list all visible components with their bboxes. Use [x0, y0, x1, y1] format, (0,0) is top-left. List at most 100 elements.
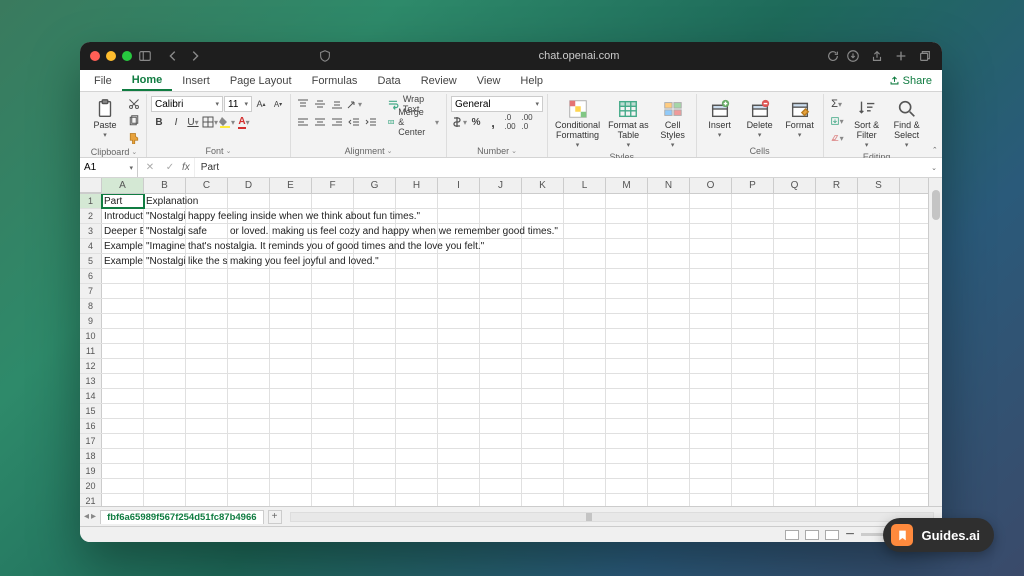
- cell-S10[interactable]: [858, 329, 900, 343]
- cell-R20[interactable]: [816, 479, 858, 493]
- cell-O9[interactable]: [690, 314, 732, 328]
- cell-N17[interactable]: [648, 434, 690, 448]
- cell-E6[interactable]: [270, 269, 312, 283]
- cell-K11[interactable]: [522, 344, 564, 358]
- cell-Q11[interactable]: [774, 344, 816, 358]
- cell-J11[interactable]: [480, 344, 522, 358]
- cell-K15[interactable]: [522, 404, 564, 418]
- sheet-nav-prev[interactable]: ◂: [84, 511, 89, 522]
- cell-N12[interactable]: [648, 359, 690, 373]
- cell-I18[interactable]: [438, 449, 480, 463]
- cell-N10[interactable]: [648, 329, 690, 343]
- cell-J5[interactable]: [480, 254, 522, 268]
- cell-J13[interactable]: [480, 374, 522, 388]
- cell-O20[interactable]: [690, 479, 732, 493]
- cell-E8[interactable]: [270, 299, 312, 313]
- cell-M18[interactable]: [606, 449, 648, 463]
- cell-B5[interactable]: "Nostalgia: [144, 254, 186, 268]
- page-break-view-button[interactable]: [825, 530, 839, 540]
- cell-B1[interactable]: Explanation: [144, 194, 186, 208]
- cell-E12[interactable]: [270, 359, 312, 373]
- cell-I11[interactable]: [438, 344, 480, 358]
- col-header-A[interactable]: A: [102, 178, 144, 193]
- cell-R6[interactable]: [816, 269, 858, 283]
- cell-N15[interactable]: [648, 404, 690, 418]
- row-header[interactable]: 11: [80, 344, 102, 358]
- cell-P10[interactable]: [732, 329, 774, 343]
- col-header-I[interactable]: I: [438, 178, 480, 193]
- cell-F7[interactable]: [312, 284, 354, 298]
- share-icon[interactable]: [870, 49, 884, 63]
- increase-decimal-button[interactable]: .0.00: [502, 114, 518, 130]
- cell-D6[interactable]: [228, 269, 270, 283]
- cell-S14[interactable]: [858, 389, 900, 403]
- cell-G7[interactable]: [354, 284, 396, 298]
- cell-K5[interactable]: [522, 254, 564, 268]
- cell-A8[interactable]: [102, 299, 144, 313]
- cell-S18[interactable]: [858, 449, 900, 463]
- cell-P16[interactable]: [732, 419, 774, 433]
- cell-A9[interactable]: [102, 314, 144, 328]
- autosum-button[interactable]: Σ▾: [828, 96, 846, 112]
- cell-M15[interactable]: [606, 404, 648, 418]
- cell-P9[interactable]: [732, 314, 774, 328]
- cell-B10[interactable]: [144, 329, 186, 343]
- cell-Q14[interactable]: [774, 389, 816, 403]
- cell-A12[interactable]: [102, 359, 144, 373]
- cell-M12[interactable]: [606, 359, 648, 373]
- align-bottom-button[interactable]: [329, 96, 345, 112]
- cell-O11[interactable]: [690, 344, 732, 358]
- cell-O16[interactable]: [690, 419, 732, 433]
- cell-P11[interactable]: [732, 344, 774, 358]
- cell-C13[interactable]: [186, 374, 228, 388]
- cell-J15[interactable]: [480, 404, 522, 418]
- cell-C10[interactable]: [186, 329, 228, 343]
- cell-M17[interactable]: [606, 434, 648, 448]
- cell-E3[interactable]: making us feel cozy and happy when we re…: [270, 224, 312, 238]
- cell-D12[interactable]: [228, 359, 270, 373]
- cell-N1[interactable]: [648, 194, 690, 208]
- cell-D18[interactable]: [228, 449, 270, 463]
- cell-Q19[interactable]: [774, 464, 816, 478]
- cell-A16[interactable]: [102, 419, 144, 433]
- cell-E7[interactable]: [270, 284, 312, 298]
- cell-J1[interactable]: [480, 194, 522, 208]
- cell-A4[interactable]: Example 1: [102, 239, 144, 253]
- cell-K10[interactable]: [522, 329, 564, 343]
- cell-F12[interactable]: [312, 359, 354, 373]
- new-tab-icon[interactable]: [894, 49, 908, 63]
- cell-G13[interactable]: [354, 374, 396, 388]
- cell-P13[interactable]: [732, 374, 774, 388]
- cell-N5[interactable]: [648, 254, 690, 268]
- cell-C8[interactable]: [186, 299, 228, 313]
- cell-K19[interactable]: [522, 464, 564, 478]
- formula-input[interactable]: Part: [195, 158, 926, 177]
- cell-A3[interactable]: Deeper Ex: [102, 224, 144, 238]
- normal-view-button[interactable]: [785, 530, 799, 540]
- cell-R4[interactable]: [816, 239, 858, 253]
- cell-N9[interactable]: [648, 314, 690, 328]
- font-size-select[interactable]: 11▾: [224, 96, 252, 112]
- cell-Q8[interactable]: [774, 299, 816, 313]
- cell-D3[interactable]: or loved.: [228, 224, 270, 238]
- cell-P19[interactable]: [732, 464, 774, 478]
- cell-O2[interactable]: [690, 209, 732, 223]
- tabs-icon[interactable]: [918, 49, 932, 63]
- cell-N8[interactable]: [648, 299, 690, 313]
- cell-B4[interactable]: "Imagine a: [144, 239, 186, 253]
- cell-B6[interactable]: [144, 269, 186, 283]
- cell-O5[interactable]: [690, 254, 732, 268]
- cell-M11[interactable]: [606, 344, 648, 358]
- percent-format-button[interactable]: %: [468, 114, 484, 130]
- cell-Q21[interactable]: [774, 494, 816, 506]
- cell-L16[interactable]: [564, 419, 606, 433]
- cell-S6[interactable]: [858, 269, 900, 283]
- comma-format-button[interactable]: ,: [485, 114, 501, 130]
- cell-C11[interactable]: [186, 344, 228, 358]
- cell-P2[interactable]: [732, 209, 774, 223]
- cell-E1[interactable]: [270, 194, 312, 208]
- cell-S15[interactable]: [858, 404, 900, 418]
- cell-P21[interactable]: [732, 494, 774, 506]
- cell-I13[interactable]: [438, 374, 480, 388]
- cell-Q10[interactable]: [774, 329, 816, 343]
